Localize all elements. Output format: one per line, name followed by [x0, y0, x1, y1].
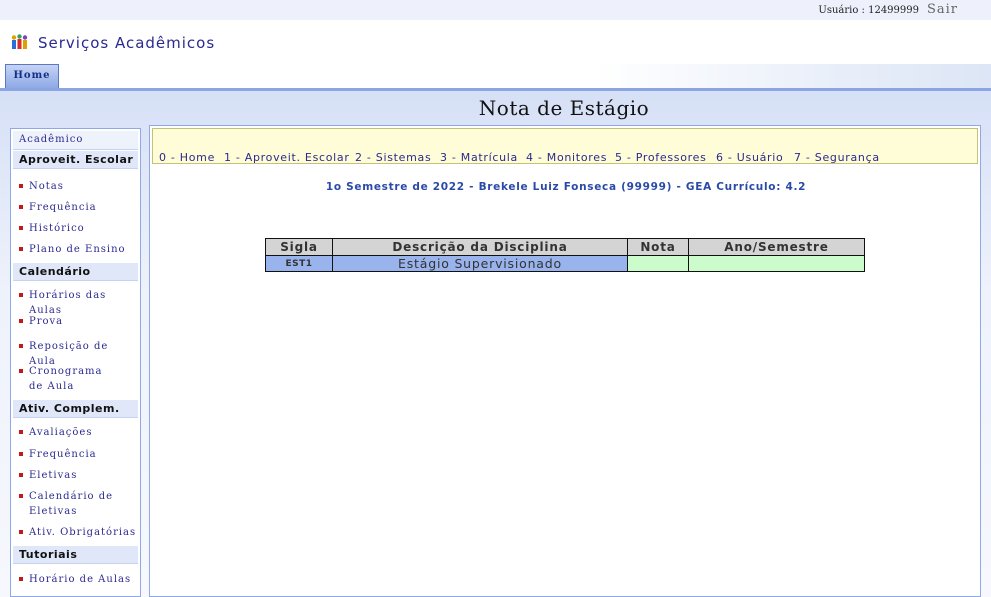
sidebar-item-label[interactable]: Histórico [19, 221, 137, 236]
user-label: Usuário : 12499999 [818, 5, 919, 16]
bullet-icon [19, 494, 23, 498]
sidebar-item-label[interactable]: Avaliações [19, 425, 137, 440]
column-header-descricao: Descrição da Disciplina [332, 238, 628, 256]
sidebar-top-label[interactable]: Acadêmico [19, 134, 83, 145]
cell-nota [627, 255, 689, 272]
sidebar-item-eletivas[interactable]: Eletivas [19, 468, 137, 483]
sidebar-item-label[interactable]: Prova [19, 314, 137, 329]
menu-item-professores[interactable]: 5 - Professores [615, 151, 707, 164]
bullet-icon [19, 369, 23, 373]
table-header-row: Sigla Descrição da Disciplina Nota Ano/S… [265, 238, 865, 256]
bullet-icon [19, 452, 23, 456]
sidebar-item-notas[interactable]: Notas [19, 179, 137, 194]
sidebar-item-label[interactable]: Frequência [19, 447, 137, 462]
sidebar-item-label[interactable]: Calendário de Eletivas [19, 489, 119, 519]
sidebar: Acadêmico Aproveit. Escolar Notas Frequê… [10, 128, 141, 597]
sidebar-item-label[interactable]: Frequência [19, 200, 137, 215]
bullet-icon [19, 473, 23, 477]
bullet-icon [19, 205, 23, 209]
sidebar-section-tutoriais: Tutoriais [13, 546, 138, 564]
bullet-icon [19, 530, 23, 534]
menu-item-usuario[interactable]: 6 - Usuário [716, 151, 783, 164]
sidebar-section-ativ-complem: Ativ. Complem. [13, 400, 138, 418]
sidebar-item-label[interactable]: Horário de Aulas [19, 572, 137, 587]
sidebar-item-ativ-obrigatorias[interactable]: Ativ. Obrigatórias [19, 525, 137, 540]
menu-item-sistemas[interactable]: 2 - Sistemas [355, 151, 431, 164]
sidebar-item-plano-de-ensino[interactable]: Plano de Ensino [19, 242, 137, 257]
bullet-icon [19, 247, 23, 251]
sidebar-top[interactable]: Acadêmico [13, 131, 138, 150]
page-title: Nota de Estágio [478, 96, 650, 120]
table-row: EST1 Estágio Supervisionado [265, 255, 865, 272]
sidebar-item-avaliacoes[interactable]: Avaliações [19, 425, 137, 440]
sidebar-item-historico[interactable]: Histórico [19, 221, 137, 236]
sidebar-item-label[interactable]: Ativ. Obrigatórias [19, 525, 137, 540]
cell-sigla: EST1 [265, 255, 333, 272]
sidebar-item-frequencia[interactable]: Frequência [19, 200, 137, 215]
sidebar-item-label[interactable]: Eletivas [19, 468, 137, 483]
menu-item-aproveit-escolar[interactable]: 1 - Aproveit. Escolar [224, 151, 350, 164]
column-header-ano-semestre: Ano/Semestre [688, 238, 865, 256]
logout-link[interactable]: Sair [927, 2, 958, 17]
bullet-icon [19, 430, 23, 434]
menu-item-home[interactable]: 0 - Home [159, 151, 215, 164]
bullet-icon [19, 319, 23, 323]
bullet-icon [19, 184, 23, 188]
bullet-icon [19, 344, 23, 348]
bullet-icon [19, 577, 23, 581]
sidebar-item-label[interactable]: Cronograma de Aula [19, 364, 119, 394]
student-info: 1o Semestre de 2022 - Brekele Luiz Fonse… [325, 181, 807, 193]
grades-table: Sigla Descrição da Disciplina Nota Ano/S… [265, 238, 865, 272]
app-title: Serviços Acadêmicos [38, 34, 216, 52]
sidebar-section-calendario: Calendário [13, 263, 138, 281]
menu-bar: 0 - Home 1 - Aproveit. Escolar 2 - Siste… [152, 128, 978, 164]
sidebar-item-horario-de-aulas[interactable]: Horário de Aulas [19, 572, 137, 587]
bullet-icon [19, 226, 23, 230]
menu-item-matricula[interactable]: 3 - Matrícula [440, 151, 518, 164]
sidebar-section-aproveit: Aproveit. Escolar [13, 151, 138, 169]
sidebar-item-prova[interactable]: Prova [19, 314, 137, 329]
tab-home[interactable]: Home [5, 64, 59, 88]
sidebar-item-calendario-de-eletivas[interactable]: Calendário de Eletivas [19, 489, 119, 519]
sidebar-item-label[interactable]: Notas [19, 179, 137, 194]
sidebar-item-frequencia-complem[interactable]: Frequência [19, 447, 137, 462]
menu-item-seguranca[interactable]: 7 - Segurança [794, 151, 880, 164]
sidebar-item-label[interactable]: Plano de Ensino [19, 242, 137, 257]
tab-band [0, 64, 991, 88]
bullet-icon [19, 293, 23, 297]
column-header-nota: Nota [627, 238, 689, 256]
menu-item-monitores[interactable]: 4 - Monitores [526, 151, 607, 164]
cell-ano-semestre [688, 255, 865, 272]
sidebar-item-cronograma-de-aula[interactable]: Cronograma de Aula [19, 364, 119, 394]
content-panel: 0 - Home 1 - Aproveit. Escolar 2 - Siste… [149, 125, 981, 597]
cell-descricao: Estágio Supervisionado [332, 255, 628, 272]
column-header-sigla: Sigla [265, 238, 333, 256]
app-logo-icon [11, 34, 28, 49]
